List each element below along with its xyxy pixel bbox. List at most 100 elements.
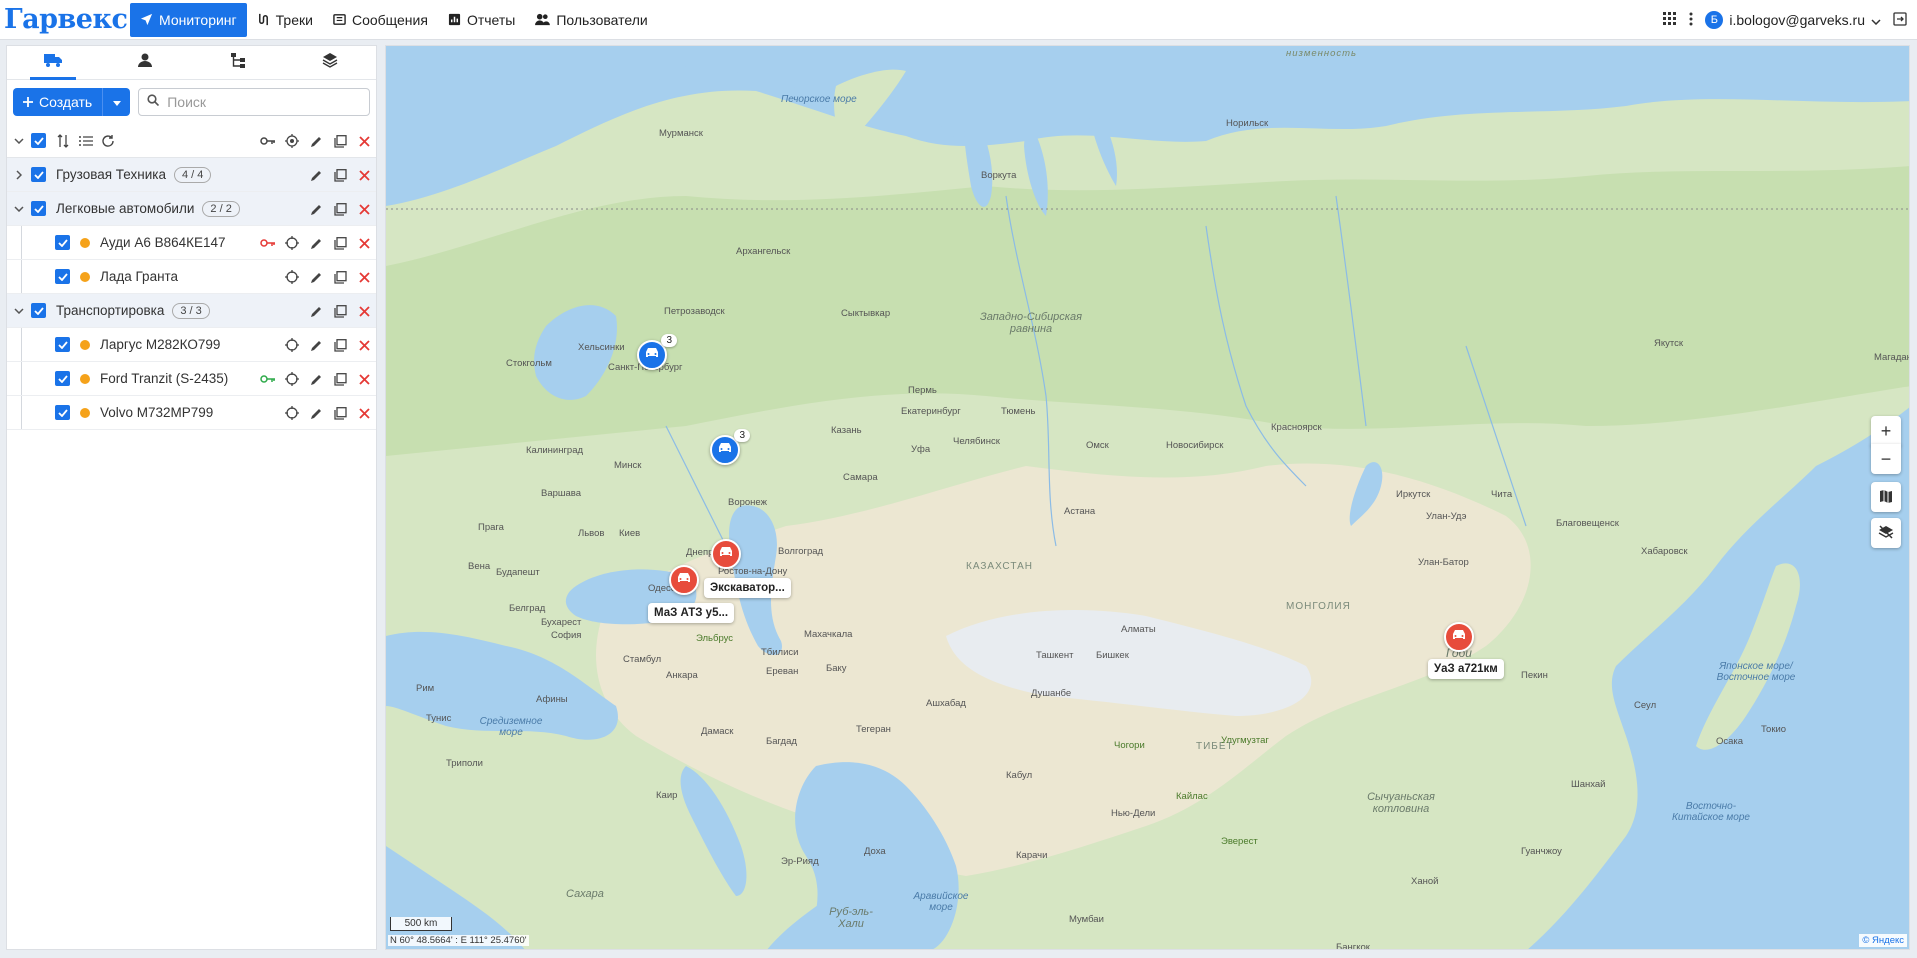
map-marker-unit[interactable] [669, 565, 699, 595]
unit-checkbox[interactable] [55, 269, 70, 284]
tab-hierarchy[interactable] [192, 46, 284, 79]
delete-icon[interactable] [356, 371, 372, 387]
copy-icon[interactable] [332, 269, 348, 285]
unit-checkbox[interactable] [55, 371, 70, 386]
unit-row[interactable]: Ауди А6 В864КЕ147 [7, 226, 376, 260]
locate-icon[interactable] [284, 405, 300, 421]
app-logo[interactable]: Гарвекс [0, 4, 130, 35]
unit-checkbox[interactable] [55, 337, 70, 352]
locate-icon[interactable] [284, 337, 300, 353]
edit-icon[interactable] [308, 269, 324, 285]
plus-icon [23, 94, 33, 110]
delete-icon[interactable] [356, 201, 372, 217]
more-vertical-icon[interactable] [1689, 12, 1693, 29]
group-row[interactable]: Легковые автомобили 2 / 2 [7, 192, 376, 226]
nav-reports[interactable]: Отчеты [438, 3, 525, 37]
delete-icon[interactable] [356, 235, 372, 251]
copy-icon[interactable] [332, 235, 348, 251]
copy-icon[interactable] [332, 303, 348, 319]
tab-drivers[interactable] [99, 46, 191, 79]
user-menu[interactable]: Б i.bologov@garveks.ru [1705, 11, 1881, 29]
logout-icon[interactable] [1893, 11, 1907, 29]
map-marker-label[interactable]: Экскаватор... [704, 578, 791, 598]
map-marker-unit[interactable] [1444, 622, 1474, 652]
copy-icon[interactable] [332, 133, 348, 149]
city-label: Уфа [911, 444, 931, 455]
nav-users[interactable]: Пользователи [525, 3, 657, 37]
car-icon [717, 441, 733, 459]
unit-checkbox[interactable] [55, 405, 70, 420]
nav-tracks[interactable]: Треки [247, 3, 323, 37]
city-label: Иркутск [1396, 489, 1431, 500]
group-row[interactable]: Грузовая Техника 4 / 4 [7, 158, 376, 192]
city-label: Осака [1716, 736, 1744, 747]
search-input[interactable] [165, 93, 346, 111]
chevron-right-icon[interactable] [7, 169, 31, 180]
edit-icon[interactable] [308, 167, 324, 183]
chevron-down-icon[interactable] [7, 137, 31, 144]
delete-icon[interactable] [356, 133, 372, 149]
unit-row[interactable]: Лада Гранта [7, 260, 376, 294]
map-view[interactable]: Печорское море низменность Западно-Сибир… [385, 45, 1910, 950]
edit-icon[interactable] [308, 371, 324, 387]
edit-icon[interactable] [308, 337, 324, 353]
map-marker-label[interactable]: УаЗ а721км [1428, 659, 1504, 679]
city-label: Тюмень [1001, 406, 1036, 417]
hide-layers-button[interactable] [1871, 518, 1901, 548]
map-marker-label[interactable]: МаЗ АТЗ у5... [648, 603, 735, 623]
peak-label: Эльбрус [696, 633, 734, 644]
nav-monitoring[interactable]: Мониторинг [130, 2, 247, 37]
copy-icon[interactable] [332, 167, 348, 183]
copy-icon[interactable] [332, 337, 348, 353]
refresh-icon[interactable] [100, 133, 116, 149]
zoom-out-button[interactable]: − [1871, 444, 1901, 474]
key-icon[interactable] [260, 133, 276, 149]
create-dropdown-button[interactable] [102, 88, 131, 116]
map-marker-unit[interactable] [711, 539, 741, 569]
city-label: Стамбул [623, 654, 662, 665]
edit-icon[interactable] [308, 405, 324, 421]
edit-icon[interactable] [308, 235, 324, 251]
create-button[interactable]: Создать [13, 88, 103, 116]
delete-icon[interactable] [356, 269, 372, 285]
unit-row[interactable]: Ford Tranzit (S-2435) [7, 362, 376, 396]
delete-icon[interactable] [356, 337, 372, 353]
unit-row[interactable]: Volvo М732МР799 [7, 396, 376, 430]
tab-units[interactable] [7, 46, 99, 80]
group-checkbox[interactable] [31, 303, 46, 318]
edit-icon[interactable] [308, 133, 324, 149]
delete-icon[interactable] [356, 303, 372, 319]
locate-icon[interactable] [284, 133, 300, 149]
locate-icon[interactable] [284, 269, 300, 285]
tab-layers[interactable] [284, 46, 376, 79]
unit-row[interactable]: Ларгус М282КО799 [7, 328, 376, 362]
map-marker-cluster[interactable]: 3 [637, 334, 677, 370]
map-layers-button[interactable] [1871, 482, 1901, 512]
edit-icon[interactable] [308, 201, 324, 217]
map-copyright[interactable]: © Яндекс [1859, 934, 1907, 947]
copy-icon[interactable] [332, 371, 348, 387]
apps-grid-icon[interactable] [1663, 11, 1677, 29]
list-icon[interactable] [78, 133, 94, 149]
sort-icon[interactable] [56, 133, 72, 149]
copy-icon[interactable] [332, 405, 348, 421]
group-checkbox[interactable] [31, 167, 46, 182]
map-marker-cluster[interactable]: 3 [710, 429, 750, 465]
locate-icon[interactable] [284, 371, 300, 387]
chevron-down-icon[interactable] [7, 205, 31, 212]
city-label: Доха [864, 846, 886, 857]
zoom-in-button[interactable]: + [1871, 416, 1901, 446]
group-row[interactable]: Транспортировка 3 / 3 [7, 294, 376, 328]
nav-messages[interactable]: Сообщения [323, 3, 438, 37]
unit-actions [284, 396, 372, 430]
delete-icon[interactable] [356, 405, 372, 421]
select-all-checkbox[interactable] [31, 133, 46, 148]
copy-icon[interactable] [332, 201, 348, 217]
group-checkbox[interactable] [31, 201, 46, 216]
chevron-down-icon[interactable] [7, 307, 31, 314]
delete-icon[interactable] [356, 167, 372, 183]
locate-icon[interactable] [284, 235, 300, 251]
city-label: Ереван [766, 666, 799, 677]
edit-icon[interactable] [308, 303, 324, 319]
unit-checkbox[interactable] [55, 235, 70, 250]
